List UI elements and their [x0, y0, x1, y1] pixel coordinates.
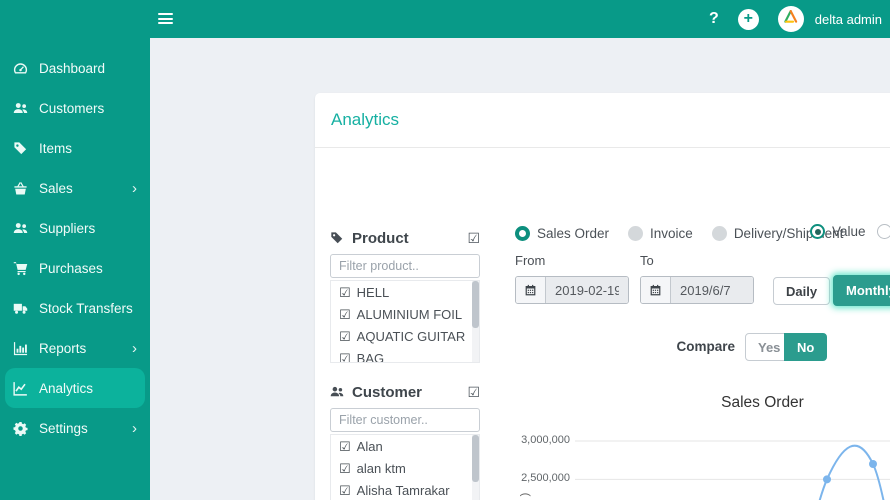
dashboard-icon: [13, 61, 30, 76]
truck-icon: [13, 301, 30, 316]
sidebar-item-sales[interactable]: Sales ›: [0, 168, 150, 208]
radio-delivery-shipment[interactable]: [711, 226, 727, 241]
sidebar-item-suppliers[interactable]: Suppliers: [0, 208, 150, 248]
radio-invoice[interactable]: [628, 226, 644, 241]
filter-option[interactable]: ☑ Alisha Tamrakar: [331, 479, 479, 500]
filter-option-label: Alan: [356, 438, 383, 454]
calendar-icon[interactable]: [641, 277, 671, 303]
gridlines: [575, 440, 890, 480]
card-body: Product ☑ ☑ HELL ☑ ALUMINIUM FOIL ☑ AQUATIC G…: [315, 148, 890, 500]
topbar: ? + delta admin: [0, 0, 890, 38]
cart-icon: [13, 261, 30, 276]
users-icon: [13, 101, 30, 116]
plus-icon[interactable]: +: [737, 8, 759, 30]
checkbox-checked-icon[interactable]: ☑: [339, 308, 351, 321]
filter-option-label: BAG: [356, 350, 385, 363]
monthly-button[interactable]: Monthly: [833, 275, 890, 306]
menu-icon[interactable]: [158, 13, 173, 27]
filter-option[interactable]: ☑ HELL: [331, 281, 479, 303]
from-date-group: [515, 276, 629, 304]
help-icon[interactable]: ?: [709, 10, 719, 28]
main-content: Analytics Product ☑ ☑ HELL ☑ ALUMINIUM FOIL…: [150, 38, 890, 500]
users-icon: [330, 385, 346, 400]
checkbox-checked-icon[interactable]: ☑: [339, 286, 351, 299]
chevron-right-icon: ›: [132, 179, 137, 197]
to-label: To: [640, 253, 654, 268]
checkbox-checked-icon[interactable]: ☑: [339, 352, 351, 363]
gear-icon: [13, 421, 30, 436]
calendar-icon[interactable]: [516, 277, 546, 303]
sales-order-chart: [575, 440, 890, 500]
sidebar-item-dashboard[interactable]: Dashboard: [0, 48, 150, 88]
sidebar-nav: Dashboard Customers Items Sales › Suppliers Pu…: [0, 38, 150, 500]
customer-filter-panel: Customer ☑ ☑ Alan ☑ alan ktm ☑ Alisha Tamraka…: [330, 382, 480, 500]
measure-radio-group: Value Quantity: [810, 224, 890, 239]
compare-no-button[interactable]: No: [784, 333, 828, 361]
product-options-list[interactable]: ☑ HELL ☑ ALUMINIUM FOIL ☑ AQUATIC GUITAR ☑ BAG: [330, 280, 480, 363]
card-header: Analytics: [315, 93, 890, 148]
filter-option-label: ALUMINIUM FOIL: [356, 306, 463, 322]
radio-value[interactable]: [810, 224, 825, 239]
compare-label: Compare: [676, 339, 735, 354]
to-date-input[interactable]: [671, 277, 753, 303]
from-date-input[interactable]: [546, 277, 628, 303]
filter-option[interactable]: ☑ ALUMINIUM FOIL: [331, 303, 479, 325]
chevron-right-icon: ›: [132, 339, 137, 357]
filter-option-label: HELL: [356, 284, 390, 300]
filter-option-label: AQUATIC GUITAR: [356, 328, 466, 344]
data-point-marker: [869, 459, 877, 468]
sidebar-item-purchases[interactable]: Purchases: [0, 248, 150, 288]
filter-option-label: alan ktm: [356, 460, 406, 476]
doc-type-radio-group: Sales Order Invoice Delivery/Shipment: [515, 226, 855, 241]
users-icon: [13, 221, 30, 236]
sidebar-item-customers[interactable]: Customers: [0, 88, 150, 128]
scrollbar[interactable]: [472, 281, 479, 362]
y-axis-labels: 3,000,0002,500,0002,000,0001,500,000: [515, 428, 570, 500]
from-label: From: [515, 253, 546, 268]
filter-option[interactable]: ☑ Alan: [331, 435, 479, 457]
sidebar-item-items[interactable]: Items: [0, 128, 150, 168]
app-screen: ? + delta admin DeltaTech DashboardCusto…: [0, 0, 890, 500]
filter-title: Customer: [352, 383, 423, 401]
checkbox-checked-icon[interactable]: ☑: [339, 462, 351, 475]
radio-quantity[interactable]: [876, 224, 890, 239]
filter-option[interactable]: ☑ alan ktm: [331, 457, 479, 479]
tags-icon: [330, 231, 346, 246]
select-all-checkbox-icon[interactable]: ☑: [467, 385, 480, 399]
page-title: Analytics: [331, 110, 400, 129]
bar-chart-icon: [13, 341, 30, 356]
checkbox-checked-icon[interactable]: ☑: [339, 440, 351, 453]
to-date-group: [640, 276, 754, 304]
filter-option[interactable]: ☑ AQUATIC GUITAR: [331, 325, 479, 347]
checkbox-checked-icon[interactable]: ☑: [339, 484, 351, 497]
filter-title: Product: [352, 229, 409, 247]
filter-option[interactable]: ☑ BAG: [331, 347, 479, 363]
radio-sales-order[interactable]: [515, 226, 530, 241]
chevron-right-icon: ›: [132, 419, 137, 437]
product-filter-input[interactable]: [330, 254, 480, 278]
delta-logo-icon: [782, 9, 799, 29]
chart-title: Sales Order: [721, 394, 804, 411]
line-chart-icon: [13, 381, 30, 396]
y-tick-label: 2,500,000: [521, 472, 570, 485]
daily-button[interactable]: Daily: [773, 277, 831, 305]
data-point-marker: [823, 475, 831, 484]
sidebar-item-settings[interactable]: Settings ›: [0, 408, 150, 448]
sidebar-item-reports[interactable]: Reports ›: [0, 328, 150, 368]
sidebar-item-analytics[interactable]: Analytics: [5, 368, 145, 408]
product-filter-panel: Product ☑ ☑ HELL ☑ ALUMINIUM FOIL ☑ AQUATIC G…: [330, 228, 480, 363]
select-all-checkbox-icon[interactable]: ☑: [467, 231, 480, 245]
basket-icon: [13, 181, 30, 196]
customer-options-list[interactable]: ☑Alan☑alan ktm☑Alisha Tamrakar☑Aman: [330, 434, 480, 500]
y-tick-label: 3,000,000: [521, 434, 570, 446]
avatar[interactable]: [777, 6, 804, 32]
sidebar-item-stock-transfers[interactable]: Stock Transfers: [0, 288, 150, 328]
filter-option-label: Alisha Tamrakar: [356, 482, 450, 498]
tags-icon: [13, 141, 30, 156]
scrollbar[interactable]: [472, 435, 479, 500]
checkbox-checked-icon[interactable]: ☑: [339, 330, 351, 343]
analytics-card: Analytics Product ☑ ☑ HELL ☑ ALUMINIUM FOIL…: [315, 93, 890, 500]
customer-filter-input[interactable]: [330, 408, 480, 432]
user-menu[interactable]: delta admin: [815, 12, 882, 27]
